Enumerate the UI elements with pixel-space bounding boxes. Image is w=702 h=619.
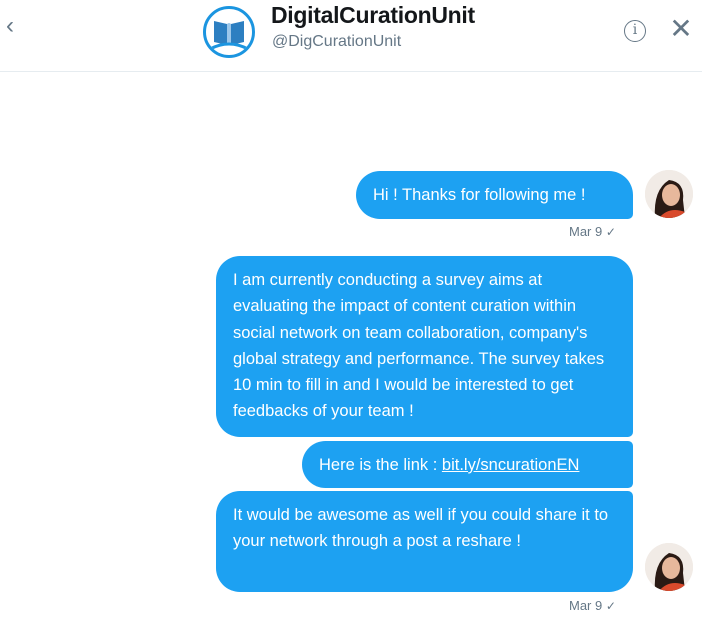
timestamp-date: Mar 9 [569, 598, 603, 613]
header-divider [0, 71, 702, 72]
conversation-header: ‹ DigitalCurationUnit @DigCurationUnit i… [0, 0, 702, 72]
message-text: It would be awesome as well if you could… [233, 506, 609, 551]
sender-avatar[interactable] [645, 170, 693, 218]
user-handle: @DigCurationUnit [272, 33, 402, 50]
display-name: DigitalCurationUnit [271, 2, 475, 28]
message-bubble: It would be awesome as well if you could… [216, 491, 633, 592]
message-timestamp: Mar 9 ✓ [569, 224, 616, 239]
message-text: Hi ! Thanks for following me ! [373, 186, 586, 204]
sent-check-icon: ✓ [605, 225, 616, 239]
info-icon[interactable]: i [624, 20, 646, 42]
message-link-prefix: Here is the link : [319, 456, 442, 474]
book-icon [209, 21, 249, 51]
user-photo-icon [645, 170, 693, 218]
timestamp-date: Mar 9 [569, 224, 603, 239]
sender-avatar[interactable] [645, 543, 693, 591]
close-icon[interactable]: ✕ [669, 15, 693, 43]
back-chevron-icon[interactable]: ‹ [6, 14, 26, 38]
profile-avatar[interactable] [203, 6, 255, 58]
survey-link[interactable]: bit.ly/sncurationEN [442, 456, 580, 474]
message-bubble: Here is the link : bit.ly/sncurationEN [302, 441, 633, 488]
user-photo-icon [645, 543, 693, 591]
message-timestamp: Mar 9 ✓ [569, 598, 616, 613]
message-text: I am currently conducting a survey aims … [233, 271, 605, 421]
message-bubble: Hi ! Thanks for following me ! [356, 171, 633, 219]
message-bubble: I am currently conducting a survey aims … [216, 256, 633, 437]
sent-check-icon: ✓ [605, 599, 616, 613]
